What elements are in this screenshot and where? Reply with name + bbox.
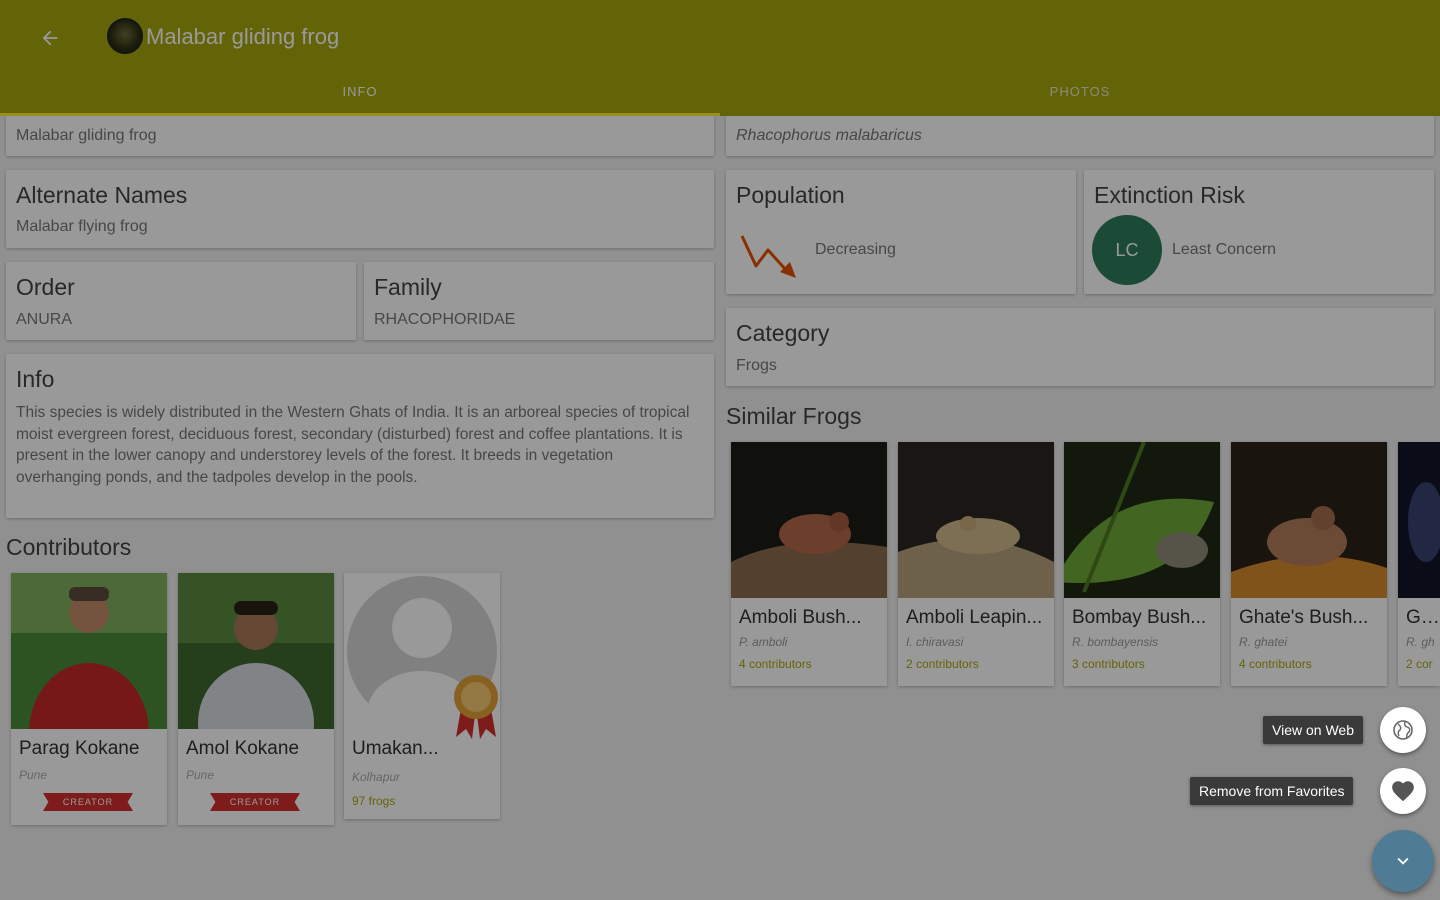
similar-frog-card[interactable]: Amboli Bush... P. amboli 4 contributors <box>731 442 887 686</box>
alternate-names-title: Alternate Names <box>16 182 188 208</box>
common-name-value: Malabar gliding frog <box>16 127 157 144</box>
category-card: Category Frogs <box>726 308 1434 386</box>
lc-badge: LC <box>1092 215 1162 285</box>
contributor-card[interactable]: Umakan... Kolhapur 97 frogs <box>344 573 500 819</box>
frog-name: Amboli Leapin... <box>906 607 1043 628</box>
category-title: Category <box>736 320 830 346</box>
frog-contributors: 4 contributors <box>1239 657 1312 671</box>
similar-frog-card[interactable]: Ghate's Bush... R. ghatei 4 contributors <box>1231 442 1387 686</box>
category-value: Frogs <box>736 357 777 374</box>
population-title: Population <box>736 182 845 208</box>
tab-indicator <box>0 113 720 116</box>
frog-contributors: 2 cor <box>1406 657 1433 671</box>
remove-favorites-button[interactable] <box>1380 768 1426 814</box>
similar-frog-card[interactable]: Amboli Leapin... I. chiravasi 2 contribu… <box>898 442 1054 686</box>
scientific-name-card: Rhacophorus malabaricus <box>726 112 1434 156</box>
tab-info[interactable]: INFO <box>0 66 720 116</box>
species-avatar <box>107 18 143 54</box>
population-card: Population Decreasing <box>726 170 1076 294</box>
contributor-frog-count: 97 frogs <box>352 794 396 808</box>
creator-badge: CREATOR <box>43 793 133 811</box>
medal-icon <box>454 675 498 739</box>
frog-photo <box>1398 442 1440 598</box>
arrow-back-icon <box>42 30 58 46</box>
contributor-name: Amol Kokane <box>186 738 300 759</box>
order-value: ANURA <box>16 311 73 328</box>
tab-photos[interactable]: PHOTOS <box>720 66 1440 116</box>
contributor-photo <box>11 573 167 729</box>
remove-favorites-label: Remove from Favorites <box>1190 777 1354 805</box>
order-card: Order ANURA <box>6 262 356 340</box>
common-name-card: Malabar gliding frog <box>6 112 714 156</box>
similar-frog-card[interactable]: Gha R. gh 2 cor <box>1398 442 1440 686</box>
chevron-down-icon <box>1397 857 1409 865</box>
frog-photo <box>898 442 1054 598</box>
alternate-names-value: Malabar flying frog <box>16 218 148 235</box>
frog-contributors: 4 contributors <box>739 657 812 671</box>
contributor-photo <box>178 573 334 729</box>
app-bar: Malabar gliding frog INFO PHOTOS <box>0 0 1440 116</box>
alternate-names-card: Alternate Names Malabar flying frog <box>6 170 714 248</box>
frog-scientific-name: R. ghatei <box>1239 635 1288 649</box>
creator-badge: CREATOR <box>210 793 300 811</box>
extinction-risk-card: Extinction Risk LC Least Concern <box>1084 170 1434 294</box>
frog-name: Bombay Bush... <box>1072 607 1207 628</box>
extinction-risk-title: Extinction Risk <box>1094 182 1245 208</box>
family-value: RHACOPHORIDAE <box>374 311 516 328</box>
heart-icon <box>1392 781 1414 802</box>
contributor-location: Kolhapur <box>352 770 401 784</box>
contributor-card[interactable]: Amol Kokane Pune CREATOR <box>178 573 334 825</box>
tab-info-label: INFO <box>342 83 378 99</box>
frog-contributors: 3 contributors <box>1072 657 1145 671</box>
tab-photos-label: PHOTOS <box>1049 83 1111 99</box>
contributor-location: Pune <box>186 768 215 782</box>
contributor-name: Parag Kokane <box>19 738 140 759</box>
order-title: Order <box>16 274 75 300</box>
globe-icon <box>1393 720 1413 740</box>
back-button[interactable] <box>32 20 68 56</box>
frog-scientific-name: R. gh <box>1406 635 1435 649</box>
frog-scientific-name: I. chiravasi <box>906 635 964 649</box>
speed-dial-toggle-button[interactable] <box>1372 830 1434 892</box>
info-text: This species is widely distributed in th… <box>16 404 690 486</box>
view-on-web-button[interactable] <box>1380 707 1426 753</box>
contributors-title: Contributors <box>6 534 132 560</box>
page-title: Malabar gliding frog <box>146 24 340 49</box>
frog-name: Amboli Bush... <box>739 607 862 628</box>
family-card: Family RHACOPHORIDAE <box>364 262 714 340</box>
population-value: Decreasing <box>815 241 896 258</box>
frog-photo <box>731 442 887 598</box>
scientific-name-value: Rhacophorus malabaricus <box>736 127 922 144</box>
frog-name: Gha <box>1406 607 1440 628</box>
contributor-card[interactable]: Parag Kokane Pune CREATOR <box>11 573 167 825</box>
view-on-web-label: View on Web <box>1263 716 1363 744</box>
frog-scientific-name: R. bombayensis <box>1072 635 1159 649</box>
info-card: Info This species is widely distributed … <box>6 354 714 518</box>
frog-photo <box>1064 442 1220 598</box>
extinction-risk-value: Least Concern <box>1172 241 1277 258</box>
similar-frog-card[interactable]: Bombay Bush... R. bombayensis 3 contribu… <box>1064 442 1220 686</box>
frog-photo <box>1231 442 1387 598</box>
trend-down-icon <box>740 235 796 278</box>
frog-contributors: 2 contributors <box>906 657 979 671</box>
family-title: Family <box>374 274 442 300</box>
contributor-name: Umakan... <box>352 738 439 759</box>
frog-name: Ghate's Bush... <box>1239 607 1369 628</box>
info-title: Info <box>16 366 55 392</box>
similar-frogs-title: Similar Frogs <box>726 403 862 429</box>
contributor-location: Pune <box>19 768 48 782</box>
frog-scientific-name: P. amboli <box>739 635 788 649</box>
